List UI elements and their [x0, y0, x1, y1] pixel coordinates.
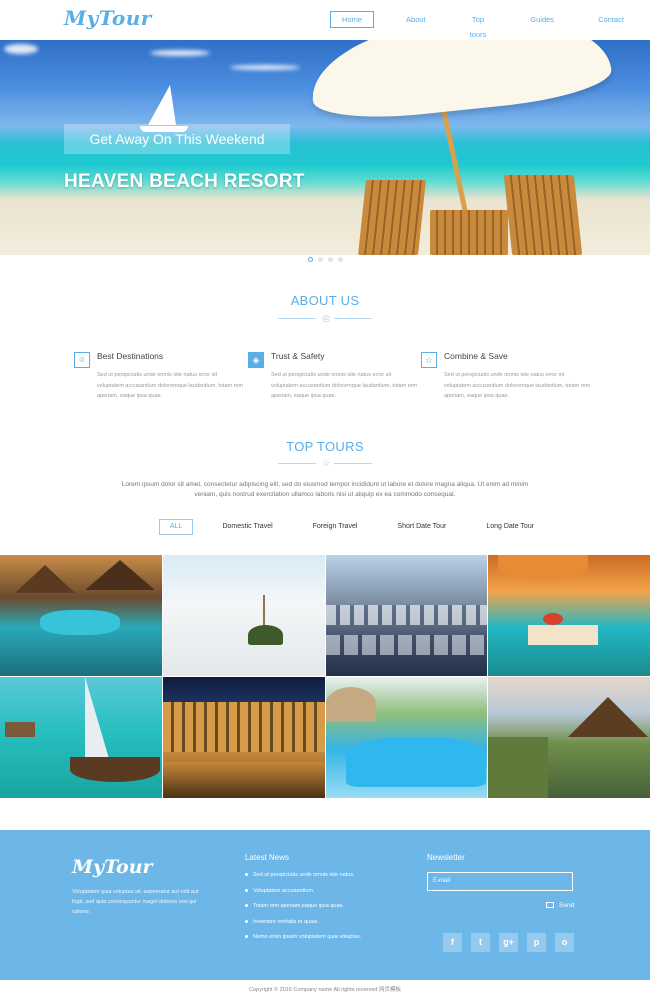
circle-icon: ◎ — [322, 313, 330, 323]
slider-dots — [308, 257, 343, 262]
filter-foreign-travel[interactable]: Foreign Travel — [302, 519, 369, 535]
footer-logo[interactable]: MyTour — [72, 856, 153, 878]
facebook-icon[interactable]: f — [443, 933, 462, 952]
site-logo[interactable]: MyTour — [64, 6, 152, 30]
tour-image-villas[interactable] — [0, 555, 162, 676]
slider-dot[interactable] — [318, 257, 323, 262]
nav-guides[interactable]: Guides — [518, 11, 566, 28]
slider-dot[interactable] — [328, 257, 333, 262]
nav-about[interactable]: About — [394, 11, 438, 28]
news-link[interactable]: Sed ut perspiciatis unde omnis iste natu… — [245, 870, 405, 886]
map-pin-icon: ⌾ — [74, 352, 90, 368]
copyright-text: Copyright © 2016 Company name All rights… — [0, 980, 650, 1001]
feature-text: Sed ut perspiciatis unde omnis iste natu… — [97, 372, 244, 399]
cloud-shape — [4, 44, 38, 54]
instagram-icon[interactable]: o — [555, 933, 574, 952]
about-title: ABOUT US — [290, 293, 360, 308]
about-divider: ◎ — [278, 313, 372, 323]
nav-home[interactable]: Home — [330, 11, 375, 28]
hero-banner: Get Away On This Weekend HEAVEN BEACH RE… — [0, 40, 650, 255]
filter-domestic-travel[interactable]: Domestic Travel — [211, 519, 283, 535]
news-link[interactable]: Totam rem aperiam,eaque ipsa quae. — [245, 901, 405, 917]
latest-news-heading: Latest News — [245, 853, 290, 862]
latest-news-list: Sed ut perspiciatis unde omnis iste natu… — [245, 870, 405, 948]
slider-dot[interactable] — [338, 257, 343, 262]
nav-top-tours[interactable]: Top tours — [458, 11, 499, 39]
tour-gallery — [0, 555, 650, 798]
tour-filters: ALL Domestic Travel Foreign Travel Short… — [159, 519, 563, 535]
nav-contact[interactable]: Contact — [586, 11, 636, 28]
pinterest-icon[interactable]: p — [527, 933, 546, 952]
star-icon: ☆ — [321, 458, 331, 468]
newsletter-email-field[interactable]: E-mail — [427, 872, 573, 891]
tour-image-boat[interactable] — [0, 677, 162, 798]
google-plus-icon[interactable]: g+ — [499, 933, 518, 952]
cloud-shape — [230, 65, 300, 70]
tours-divider: ☆ — [278, 458, 372, 468]
tour-image-resort-pool[interactable] — [488, 555, 650, 676]
slider-dot[interactable] — [308, 257, 313, 262]
tour-image-cliff-restaurant[interactable] — [488, 677, 650, 798]
beach-table — [430, 210, 508, 255]
beach-chair — [358, 180, 426, 255]
shield-icon: ◈ — [248, 352, 264, 368]
hero-title: HEAVEN BEACH RESORT — [64, 171, 305, 192]
newsletter-heading: Newsletter — [427, 853, 465, 862]
beach-chair — [503, 175, 583, 255]
tour-image-desert[interactable] — [162, 555, 325, 676]
envelope-icon — [546, 902, 554, 909]
site-footer: MyTour Voluptatem quia voluptas sit, asp… — [0, 830, 650, 980]
feature-title: Combine & Save — [444, 351, 508, 361]
filter-all[interactable]: ALL — [159, 519, 194, 535]
tours-title: TOP TOURS — [286, 439, 364, 454]
send-button[interactable]: Send — [546, 902, 574, 909]
news-link[interactable]: Voluptatem accusantium. — [245, 886, 405, 902]
site-header: MyTour Home About Top tours Guides Conta… — [0, 0, 650, 40]
hero-tagline: Get Away On This Weekend — [64, 124, 290, 154]
cloud-shape — [150, 50, 210, 56]
feature-title: Best Destinations — [97, 351, 164, 361]
send-label: Send — [559, 902, 575, 909]
beach-umbrella — [306, 40, 614, 126]
news-link[interactable]: Nemo enim ipsam voluptatem quia voluptas… — [245, 932, 405, 948]
tours-description: Lorem ipsum dolor sit amet, consectetur … — [121, 481, 529, 498]
feature-title: Trust & Safety — [271, 351, 325, 361]
twitter-icon[interactable]: t — [471, 933, 490, 952]
tour-image-hotel-pool[interactable] — [325, 677, 488, 798]
filter-short-date-tour[interactable]: Short Date Tour — [386, 519, 457, 535]
main-nav: Home About Top tours Guides Contact — [330, 11, 650, 39]
social-links: f t g+ p o — [443, 933, 574, 952]
tour-image-city[interactable] — [325, 555, 488, 676]
feature-text: Sed ut perspiciatis unde omnis iste natu… — [271, 372, 418, 399]
star-icon: ☆ — [421, 352, 437, 368]
feature-text: Sed ut perspiciatis unde omnis iste natu… — [444, 372, 591, 399]
sailboat-shape — [148, 85, 176, 125]
filter-long-date-tour[interactable]: Long Date Tour — [475, 519, 545, 535]
tour-image-palace-night[interactable] — [162, 677, 325, 798]
footer-about-text: Voluptatem quia voluptas sit, aspernatur… — [72, 889, 199, 915]
news-link[interactable]: Inventore veritatis et quasi. — [245, 917, 405, 933]
